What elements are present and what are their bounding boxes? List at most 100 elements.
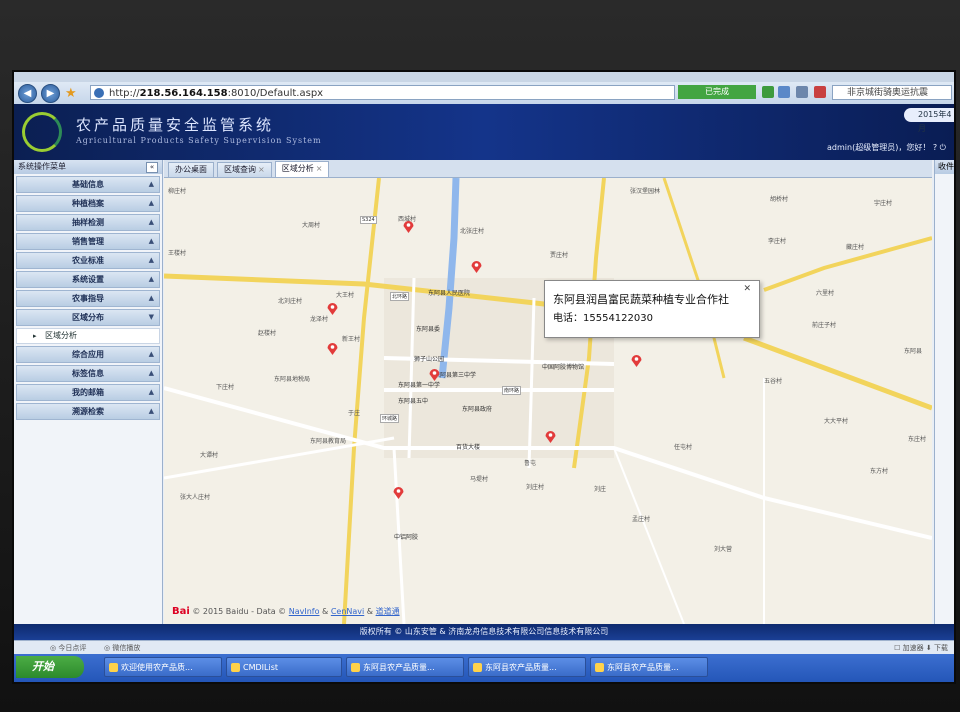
map-label: 宇庄村	[874, 200, 893, 207]
location-marker-icon[interactable]	[544, 430, 557, 443]
map-poi: 狮子山公园	[414, 356, 445, 363]
taskbar-button[interactable]: 东阿县农产品质量...	[590, 657, 708, 677]
road-label: 南环路	[502, 386, 522, 395]
provider-link[interactable]: 道道通	[376, 607, 400, 616]
taskbar-button[interactable]: 欢迎使用农产品质...	[104, 657, 222, 677]
sidebar-subitem[interactable]: ▸ 区域分析	[16, 328, 160, 344]
location-marker-icon[interactable]	[392, 486, 405, 499]
provider-link[interactable]: NavInfo	[289, 607, 320, 616]
back-icon[interactable]: ◀	[18, 83, 37, 103]
map-label: 下庄村	[216, 384, 235, 391]
monitor-bezel: ◀ ▶ ★ http://218.56.164.158:8010/Default…	[0, 0, 960, 712]
sidebar-item[interactable]: 销售管理 ▲	[16, 233, 160, 250]
taskbar-button-label: 东阿县农产品质量...	[363, 663, 435, 672]
sidebar-item-label: 抽样检测	[72, 218, 104, 227]
map-label: 北张庄村	[460, 228, 485, 235]
sidebar-item[interactable]: 农事指导 ▲	[16, 290, 160, 307]
url-host: 218.56.164.158	[139, 88, 228, 99]
baidu-logo: Bai	[172, 606, 190, 617]
bullet-icon: ▸	[33, 332, 37, 340]
sidebar-item[interactable]: 系统设置 ▲	[16, 271, 160, 288]
map-view[interactable]: 柳庄村 大周村 西城村 王楼村 北张庄村 贾庄村 张汉堡园林 胡桥村 宇庄村 李…	[164, 178, 932, 624]
sidebar: 系统操作菜单 « 基础信息 ▲ 种植档案 ▲ 抽样检测 ▲ 销售管理 ▲ 农业标准 ▲ 系…	[14, 160, 163, 624]
map-label: 马堤村	[470, 476, 489, 483]
favorite-star-icon[interactable]: ★	[65, 86, 77, 101]
info-phone: 电话：15554122030	[553, 313, 653, 324]
sidebar-item-label: 溯源检索	[72, 407, 104, 416]
map-label: 北刘庄村	[278, 298, 303, 305]
compat-status-button[interactable]: 已完成	[678, 85, 756, 99]
address-toolbar: ◀ ▶ ★ http://218.56.164.158:8010/Default…	[14, 82, 954, 104]
stop-icon[interactable]	[814, 86, 826, 98]
sidebar-item[interactable]: 我的邮箱 ▲	[16, 384, 160, 401]
app-icon	[109, 663, 118, 672]
collapse-icon[interactable]: «	[146, 162, 158, 173]
sidebar-subitem-label: 区域分析	[45, 331, 77, 340]
location-marker-icon[interactable]	[470, 260, 483, 273]
map-label: 东阿县	[904, 348, 923, 355]
forward-icon[interactable]: ▶	[41, 83, 60, 103]
taskbar: 开始 欢迎使用农产品质... CMDIList 东阿县农产品质量... 东阿县农…	[14, 654, 954, 682]
map-label: 大周村	[302, 222, 321, 229]
sidebar-item-expanded[interactable]: 区域分布 ▼	[16, 309, 160, 326]
sidebar-item[interactable]: 标签信息 ▲	[16, 365, 160, 382]
close-icon[interactable]: ✕	[743, 284, 751, 294]
map-label: 张汉堡园林	[630, 188, 661, 195]
location-marker-icon[interactable]	[630, 354, 643, 367]
tab-desktop[interactable]: 办公桌面	[168, 162, 214, 177]
status-left-1[interactable]: ◎ 今日点评	[50, 641, 86, 655]
sidebar-item-label: 基础信息	[72, 180, 104, 189]
chevron-up-icon: ▲	[148, 407, 154, 415]
app-header: 农产品质量安全监管系统 Agricultural Products Safety…	[14, 104, 954, 160]
tools-icon[interactable]	[778, 86, 790, 98]
help-icon[interactable]: ?	[933, 143, 937, 152]
map-poi: 百货大楼	[456, 444, 481, 451]
search-input[interactable]: 非京城街骑奥运抗震	[832, 85, 952, 100]
sidebar-item[interactable]: 抽样检测 ▲	[16, 214, 160, 231]
sidebar-title-text: 系统操作菜单	[18, 162, 66, 171]
status-left-2[interactable]: ◎ 微信播放	[104, 641, 140, 655]
close-icon[interactable]: ×	[316, 164, 323, 173]
sidebar-item[interactable]: 综合应用 ▲	[16, 346, 160, 363]
site-icon	[94, 88, 104, 98]
history-icon[interactable]	[796, 86, 808, 98]
status-right[interactable]: ☐ 加速器 ⬇ 下载	[894, 641, 948, 655]
main-area: 系统操作菜单 « 基础信息 ▲ 种植档案 ▲ 抽样检测 ▲ 销售管理 ▲ 农业标准 ▲ 系…	[14, 160, 954, 624]
map-label: 刘庄	[594, 486, 607, 493]
location-marker-icon[interactable]	[326, 342, 339, 355]
map-poi: 东阿县五中	[398, 398, 429, 405]
map-poi: 东阿县人民医院	[428, 290, 471, 297]
tab-region-analysis[interactable]: 区域分析 ×	[274, 161, 330, 177]
sidebar-item-label: 标签信息	[72, 369, 104, 378]
location-marker-icon[interactable]	[428, 368, 441, 381]
map-label: 刘大营	[714, 546, 733, 553]
sidebar-item[interactable]: 基础信息 ▲	[16, 176, 160, 193]
provider-link[interactable]: CenNavi	[331, 607, 364, 616]
map-label: 龙泽村	[310, 316, 329, 323]
refresh-icon[interactable]	[762, 86, 774, 98]
browser-statusbar: ◎ 今日点评 ◎ 微信播放 ☐ 加速器 ⬇ 下载	[14, 640, 954, 655]
taskbar-button[interactable]: CMDIList	[226, 657, 342, 677]
sidebar-item-label: 系统设置	[72, 275, 104, 284]
tab-region-query[interactable]: 区域查询 ×	[217, 162, 272, 177]
sidebar-item[interactable]: 溯源检索 ▲	[16, 403, 160, 420]
taskbar-button[interactable]: 东阿县农产品质量...	[468, 657, 586, 677]
sidebar-item[interactable]: 种植档案 ▲	[16, 195, 160, 212]
location-marker-icon[interactable]	[326, 302, 339, 315]
copyright-text: © 2015 Baidu - Data ©	[192, 607, 287, 616]
tab-label: 区域分析	[281, 164, 314, 173]
location-marker-icon[interactable]	[402, 220, 415, 233]
chevron-up-icon: ▲	[148, 350, 154, 358]
sidebar-item[interactable]: 农业标准 ▲	[16, 252, 160, 269]
right-panel: 收件箱	[934, 160, 954, 624]
taskbar-button[interactable]: 东阿县农产品质量...	[346, 657, 464, 677]
user-info: admin(超级管理员)，您好！ ? ⏻	[827, 142, 946, 153]
url-field[interactable]: http://218.56.164.158:8010/Default.aspx	[90, 85, 675, 100]
map-label: 大谭村	[200, 452, 219, 459]
close-icon[interactable]: ×	[258, 165, 265, 174]
start-button[interactable]: 开始	[16, 656, 84, 678]
logout-icon[interactable]: ⏻	[940, 143, 946, 152]
map-label: 东庄村	[908, 436, 927, 443]
sidebar-item-label: 农业标准	[72, 256, 104, 265]
chevron-up-icon: ▲	[148, 180, 154, 188]
